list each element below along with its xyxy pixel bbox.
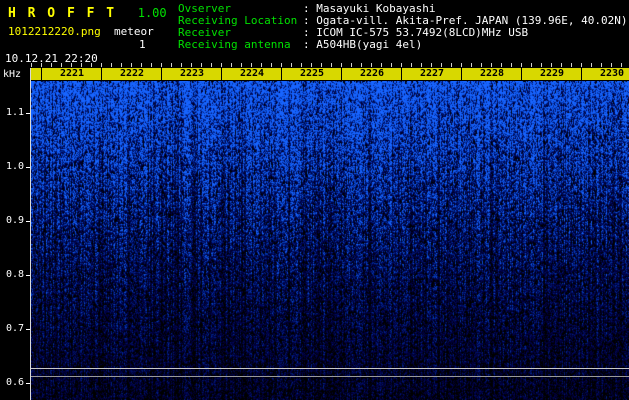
y-tick-mark (26, 329, 30, 330)
x-tick-label: 2228 (479, 68, 505, 80)
app-title-row: H R O F F T 1.00 (8, 2, 167, 21)
x-tick-label: 2225 (299, 68, 325, 80)
y-tick-label: 1.0 (0, 161, 24, 172)
x-tick-label: 2226 (359, 68, 385, 80)
y-tick-mark (26, 167, 30, 168)
y-tick-label: 1.1 (0, 107, 24, 118)
y-tick-label: 0.6 (0, 377, 24, 388)
x-tick-label: 2222 (119, 68, 145, 80)
baseline-line-lower (31, 376, 629, 377)
y-tick-mark (26, 383, 30, 384)
time-axis-strip: 2221 2222 2223 2224 2225 2226 2227 2228 … (31, 68, 629, 80)
y-tick-label: 0.9 (0, 215, 24, 226)
x-tick-label: 2224 (239, 68, 265, 80)
meteor-count: 1 (139, 38, 146, 51)
y-tick-mark (26, 113, 30, 114)
info-value: : A504HB(yagi 4el) (303, 38, 422, 51)
mode-label: meteor (114, 25, 154, 38)
y-axis-unit-label: kHz (3, 69, 21, 80)
y-tick-mark (26, 221, 30, 222)
app-title: H R O F F T (8, 6, 116, 21)
x-tick-label: 2221 (59, 68, 85, 80)
app-version: 1.00 (138, 6, 167, 20)
info-label: Receiving antenna (178, 39, 303, 51)
x-tick-label: 2229 (539, 68, 565, 80)
y-tick-label: 0.7 (0, 323, 24, 334)
output-filename: 1012212220.png (8, 25, 101, 38)
seconds-tick-row (31, 63, 629, 67)
x-tick-label: 2230 (599, 68, 625, 80)
station-info: Ovserver: Masayuki Kobayashi Receiving L… (178, 3, 628, 51)
x-tick-label: 2227 (419, 68, 445, 80)
baseline-line-upper (31, 368, 629, 369)
x-tick-label: 2223 (179, 68, 205, 80)
spectrogram-canvas (31, 81, 629, 400)
y-tick-mark (26, 275, 30, 276)
y-tick-label: 0.8 (0, 269, 24, 280)
hrofft-output-window: H R O F F T 1.00 1012212220.png meteor 1… (0, 0, 629, 400)
info-row-antenna: Receiving antenna: A504HB(yagi 4el) (178, 39, 628, 51)
